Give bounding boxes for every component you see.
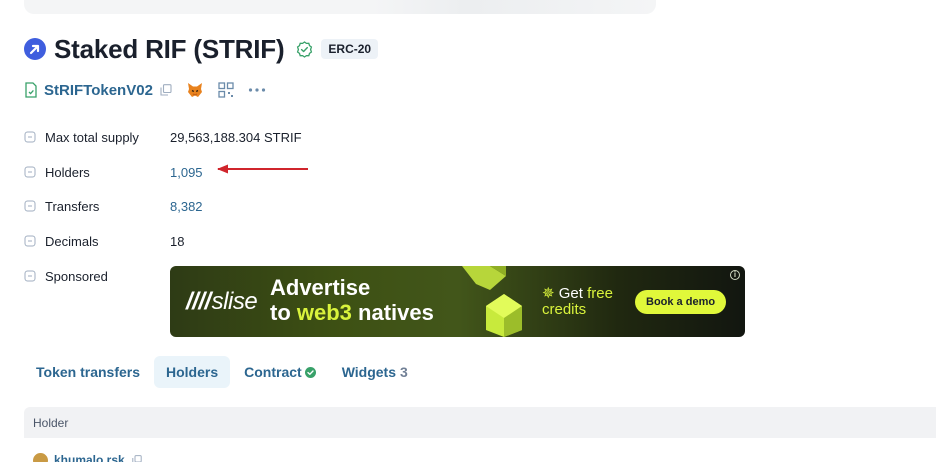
ad-credits-line2: credits: [542, 301, 587, 318]
more-dots-icon[interactable]: [246, 81, 268, 99]
contract-row: StRIFTokenV02: [24, 79, 268, 101]
info-hint-icon[interactable]: [24, 235, 36, 247]
ad-credits-highlight: free: [587, 285, 613, 302]
ad-headline-line2: to web3 natives: [270, 300, 434, 325]
ad-info-icon[interactable]: i: [730, 270, 740, 280]
tab-token-transfers[interactable]: Token transfers: [24, 356, 152, 388]
tab-label: Token transfers: [36, 364, 140, 380]
detail-row-sponsored: Sponsored: [24, 266, 108, 286]
ad-headline-prefix: to: [270, 300, 297, 325]
book-demo-button[interactable]: Book a demo: [635, 290, 727, 314]
ad-credits-text: ✵ Get free credits: [542, 285, 613, 318]
token-header: Staked RIF (STRIF) ERC-20: [24, 33, 379, 64]
tab-label: Contract: [244, 364, 302, 380]
tab-contract[interactable]: Contract: [232, 356, 328, 388]
tab-count-badge: 3: [400, 364, 408, 380]
detail-row-holders: Holders 1,095: [24, 162, 203, 182]
tab-widgets[interactable]: Widgets 3: [330, 356, 420, 388]
detail-label: Sponsored: [45, 268, 108, 284]
detail-label: Transfers: [45, 198, 100, 214]
metamask-fox-icon[interactable]: [186, 81, 204, 99]
token-tabs: Token transfers Holders Contract Widgets…: [24, 356, 422, 388]
ad-brand-logo: ////slise: [186, 288, 258, 315]
document-icon: [24, 82, 38, 98]
table-row: khumalo.rsk: [33, 452, 142, 462]
detail-label: Max total supply: [45, 129, 139, 145]
detail-label: Holders: [45, 164, 90, 180]
red-arrow-annotation: [217, 164, 308, 174]
token-standard-badge: ERC-20: [321, 39, 379, 59]
avatar: [33, 452, 48, 462]
ad-cube-graphic: [462, 266, 522, 337]
detail-label: Decimals: [45, 233, 99, 249]
info-hint-icon[interactable]: [24, 270, 36, 282]
ad-headline-suffix: natives: [351, 300, 434, 325]
info-hint-icon[interactable]: [24, 131, 36, 143]
ad-brand-name: slise: [211, 288, 258, 315]
copy-icon[interactable]: [132, 455, 142, 462]
info-hint-icon[interactable]: [24, 200, 36, 212]
ad-headline-highlight: web3: [296, 300, 352, 325]
info-hint-icon[interactable]: [24, 166, 36, 178]
detail-row-decimals: Decimals 18: [24, 231, 184, 251]
holder-address-link[interactable]: khumalo.rsk: [54, 453, 125, 462]
holders-count-link[interactable]: 1,095: [170, 165, 203, 180]
ad-credits-prefix: Get: [558, 285, 588, 302]
transfers-count-link[interactable]: 8,382: [170, 199, 203, 214]
top-search-bar[interactable]: [24, 0, 656, 14]
sponsored-ad-banner[interactable]: ////slise Advertise to web3 natives ✵ Ge…: [170, 266, 745, 337]
tab-holders[interactable]: Holders: [154, 356, 231, 388]
detail-value: 18: [170, 233, 185, 249]
verified-check-icon[interactable]: [296, 40, 313, 58]
contract-link[interactable]: StRIFTokenV02: [44, 82, 153, 99]
verified-check-icon: [304, 366, 316, 378]
ad-headline: Advertise to web3 natives: [270, 275, 434, 325]
tab-label: Holders: [166, 364, 219, 380]
column-header-holder: Holder: [33, 415, 69, 430]
page-title: Staked RIF (STRIF): [54, 33, 285, 64]
holders-table-header: Holder: [24, 407, 936, 438]
detail-row-max-supply: Max total supply 29,563,188.304 STRIF: [24, 127, 302, 147]
qr-code-icon[interactable]: [218, 82, 234, 98]
copy-icon[interactable]: [160, 84, 172, 96]
detail-row-transfers: Transfers 8,382: [24, 196, 203, 216]
ad-headline-line1: Advertise: [270, 275, 371, 300]
detail-value: 29,563,188.304 STRIF: [170, 129, 302, 145]
tab-label: Widgets: [341, 364, 397, 380]
rif-logo-icon: [24, 38, 46, 60]
